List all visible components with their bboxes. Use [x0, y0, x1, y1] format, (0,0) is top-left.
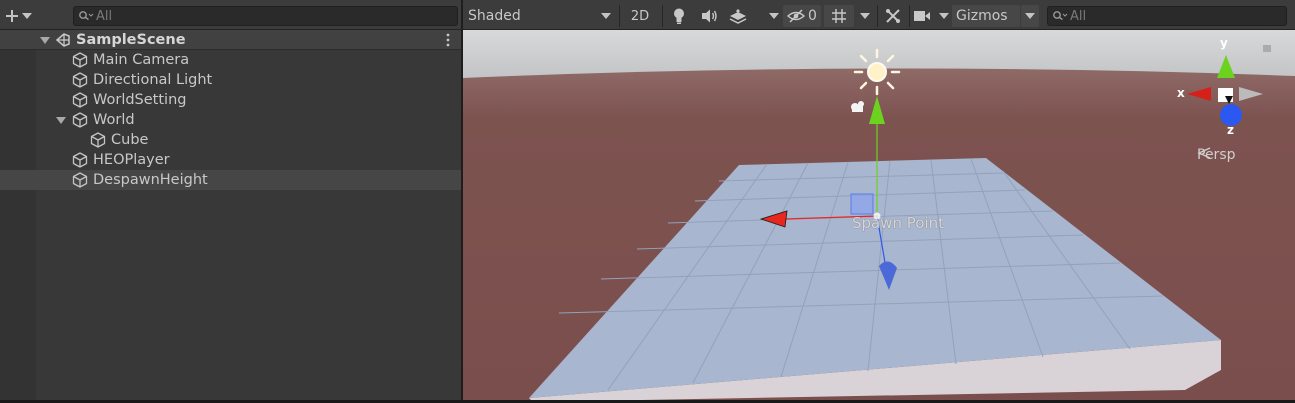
gameobject-cube-icon [72, 112, 88, 128]
2d-toggle-button[interactable]: 2D [625, 5, 655, 27]
hierarchy-item-despawnheight[interactable]: DespawnHeight [0, 170, 461, 190]
scene-audio-toggle[interactable] [697, 5, 721, 27]
chevron-down-icon [860, 13, 870, 19]
orientation-x-label: x [1177, 86, 1185, 100]
gameobject-cube-icon [72, 172, 88, 188]
hierarchy-tree: SampleScene Main Camera Directional Ligh… [0, 30, 461, 190]
scene-effects-dropdown[interactable] [729, 5, 779, 27]
hierarchy-item-label: DespawnHeight [93, 172, 208, 188]
hierarchy-item-world[interactable]: World [0, 110, 461, 130]
gameobject-cube-icon [72, 152, 88, 168]
layers-effects-icon [729, 9, 747, 24]
2d-toggle-label: 2D [630, 8, 650, 24]
spawn-point-label: Spawn Point [852, 214, 945, 232]
hierarchy-item-worldsetting[interactable]: WorldSetting [0, 90, 461, 110]
unity-scene-icon [55, 33, 70, 47]
lightbulb-icon [674, 8, 684, 24]
orientation-z-label: z [1227, 123, 1234, 137]
scene-toolbar: Shaded 2D 0 Gizmos All [463, 0, 1295, 30]
scene-search-input[interactable] [1070, 7, 1286, 25]
hierarchy-item-label: World [93, 112, 135, 128]
hierarchy-item-label: WorldSetting [93, 92, 187, 108]
grid-options-dropdown[interactable] [857, 5, 873, 27]
gameobject-cube-icon [72, 92, 88, 108]
hidden-objects-count: 0 [808, 8, 817, 24]
scene-tools-button[interactable] [881, 5, 905, 27]
hierarchy-toolbar [0, 0, 461, 30]
chevron-down-icon [939, 13, 949, 19]
hierarchy-item-main-camera[interactable]: Main Camera [0, 50, 461, 70]
create-dropdown-button[interactable] [3, 5, 37, 26]
gameobject-cube-icon [90, 132, 106, 148]
foldout-expanded-icon[interactable] [39, 35, 51, 47]
shading-mode-label: Shaded [468, 8, 521, 24]
scene-viewport[interactable]: y x z Persp Spawn Point [463, 30, 1295, 400]
camera-icon [914, 11, 930, 21]
gameobject-cube-icon [72, 72, 88, 88]
hierarchy-item-label: Main Camera [93, 52, 190, 68]
gizmos-dropdown[interactable] [1021, 5, 1039, 27]
hierarchy-item-cube[interactable]: Cube [0, 130, 461, 150]
scene-lighting-toggle[interactable] [667, 5, 691, 27]
gameobject-cube-icon [72, 52, 88, 68]
hierarchy-search[interactable] [73, 6, 458, 26]
search-icon [74, 7, 96, 25]
toolbar-divider [662, 5, 663, 27]
tools-icon [886, 9, 900, 23]
scene-visibility-toggle[interactable]: 0 [783, 5, 821, 27]
hierarchy-item-label: HEOPlayer [93, 152, 170, 168]
camera-settings-dropdown[interactable] [913, 5, 949, 27]
hierarchy-item-label: Directional Light [93, 72, 213, 88]
chevron-down-icon [22, 12, 32, 19]
speaker-icon [702, 9, 717, 23]
toolbar-divider [909, 5, 910, 27]
scene-search[interactable] [1047, 6, 1287, 26]
search-icon [1048, 7, 1070, 25]
hidden-eye-icon [787, 9, 806, 23]
chevron-down-icon [1025, 13, 1035, 19]
scene-view-panel: Shaded 2D 0 Gizmos All y x z Persp Spawn… [461, 0, 1295, 400]
directional-light-sun-icon[interactable] [853, 48, 901, 96]
projection-toggle[interactable]: Persp [1197, 147, 1236, 163]
hierarchy-item-directional-light[interactable]: Directional Light [0, 70, 461, 90]
gizmos-label: Gizmos [956, 8, 1008, 24]
shading-mode-dropdown[interactable]: Shaded [468, 5, 613, 27]
scene-name: SampleScene [76, 31, 186, 48]
grid-toggle-button[interactable] [824, 5, 854, 27]
chevron-down-icon [601, 13, 611, 19]
hierarchy-item-heoplayer[interactable]: HEOPlayer [0, 150, 461, 170]
orientation-y-label: y [1220, 36, 1228, 50]
hierarchy-scene-row[interactable]: SampleScene [0, 30, 461, 50]
hierarchy-item-label: Cube [111, 132, 149, 148]
grid-icon [832, 9, 846, 23]
chevron-down-icon [769, 13, 779, 19]
hierarchy-search-input[interactable] [96, 7, 457, 25]
plus-icon [6, 9, 18, 22]
gizmos-toggle-button[interactable]: Gizmos [952, 5, 1020, 27]
foldout-expanded-icon[interactable] [55, 115, 67, 127]
perspective-icon [1197, 147, 1211, 159]
hierarchy-panel: SampleScene Main Camera Directional Ligh… [0, 0, 461, 400]
toolbar-divider [877, 5, 878, 27]
more-options-icon[interactable] [445, 33, 451, 47]
toolbar-divider [619, 5, 620, 27]
